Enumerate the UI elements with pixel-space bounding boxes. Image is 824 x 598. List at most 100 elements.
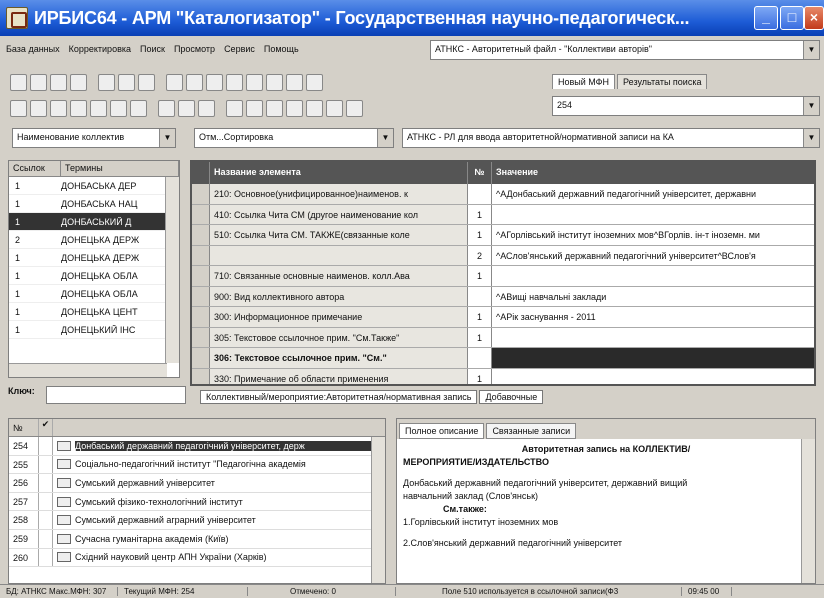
table-row[interactable]: 210: Основное(унифицированное)наименов. … [192,184,814,205]
minimize-button[interactable]: _ [754,6,778,30]
record-row[interactable]: 259 Сучасна гуманітарна академія (Київ) [9,529,385,549]
tab-new-mfn[interactable]: Новый МФН [552,74,616,89]
record-row[interactable]: 256 Сумський державний університет [9,474,385,493]
vertical-scrollbar[interactable] [371,437,385,583]
field-copy-icon[interactable] [70,99,87,117]
field-delete-icon[interactable] [50,99,67,117]
menu-help[interactable]: Помощь [264,44,299,54]
vertical-scrollbar[interactable] [801,439,815,583]
table-row[interactable]: 330: Примечание об области применения 1 [192,368,814,384]
checkbox-header[interactable] [192,162,210,184]
link-icon[interactable] [130,99,147,117]
field-insert-icon[interactable] [30,99,47,117]
new-record-icon[interactable] [10,73,27,91]
maximize-button[interactable]: □ [780,6,804,30]
paste-icon[interactable] [186,73,203,91]
field-move-icon[interactable] [90,99,107,117]
prev-record-icon[interactable] [118,73,135,91]
next-record-icon[interactable] [138,73,155,91]
refresh-icon[interactable] [246,99,263,117]
column-element-name[interactable]: Название элемента [210,162,468,184]
menu-search[interactable]: Поиск [140,44,165,54]
list-item[interactable]: 1 ДОНЕЦЬКА ЦЕНТ [9,303,179,321]
list-item[interactable]: 1 ДОНЕЦЬКА ОБЛА [9,285,179,303]
horizontal-scrollbar[interactable] [9,363,167,377]
tab-additional[interactable]: Добавочные [479,390,544,404]
mfn-input[interactable]: 254 ▼ [552,96,820,116]
table-row-active[interactable]: 306: Текстовое ссылочное прим. "См." [192,348,814,369]
redo-icon[interactable] [70,73,87,91]
check-column-icon[interactable]: ✔ [39,419,53,436]
field-add-icon[interactable] [10,99,27,117]
calc-icon[interactable] [158,99,175,117]
key-input[interactable] [46,386,186,404]
value-editor[interactable] [492,348,814,368]
table-icon[interactable] [178,99,195,117]
image-icon[interactable] [306,99,323,117]
vertical-scrollbar[interactable] [165,177,179,363]
import-icon[interactable] [286,99,303,117]
document-icon [57,459,71,470]
column-terms[interactable]: Термины [61,161,179,176]
chevron-down-icon[interactable]: ▼ [377,129,393,147]
table-row[interactable]: 410: Ссылка Чита СМ (другое наименование… [192,204,814,225]
list-icon[interactable] [198,99,215,117]
book-icon[interactable] [286,73,303,91]
settings-icon[interactable] [306,73,323,91]
undo-icon[interactable] [50,73,67,91]
worksheet-select[interactable]: АТНКС - РЛ для ввода авторитетной/нормат… [402,128,820,148]
menu-view[interactable]: Просмотр [174,44,215,54]
column-value[interactable]: Значение [492,162,814,184]
chevron-down-icon[interactable]: ▼ [803,97,819,115]
first-record-icon[interactable] [98,73,115,91]
list-item-selected[interactable]: 1 ДОНБАСЬКИЙ Д [9,213,179,231]
tab-linked-records[interactable]: Связанные записи [486,423,577,439]
check-icon[interactable] [226,99,243,117]
record-row[interactable]: 255 Соціально-педагогічний інститут "Педа… [9,455,385,475]
table-row[interactable]: 2 ^АСлов'янський державний педагогічний у… [192,245,814,266]
tab-search-results[interactable]: Результаты поиска [617,74,708,89]
chevron-down-icon[interactable]: ▼ [159,129,175,147]
database-select[interactable]: АТНКС - Авторитетный файл - "Коллективи … [430,40,820,60]
copy-icon[interactable] [166,73,183,91]
sort-select[interactable]: Отм...Сортировка ▼ [194,128,394,148]
record-row[interactable]: 260 Східний науковий центр АПН України (Х… [9,548,385,568]
record-row[interactable]: 257 Сумський фізико-технологічний інститу… [9,492,385,512]
list-item[interactable]: 2 ДОНЕЦЬКА ДЕРЖ [9,231,179,249]
menu-service[interactable]: Сервис [224,44,255,54]
list-item[interactable]: 1 ДОНЕЦЬКИЙ ІНС [9,321,179,339]
chevron-down-icon[interactable]: ▼ [803,129,819,147]
column-number[interactable]: № [9,419,39,436]
tab-full-description[interactable]: Полное описание [399,423,485,439]
menu-database[interactable]: База данных [6,44,60,54]
chevron-down-icon[interactable]: ▼ [803,41,819,59]
filter-icon[interactable] [226,73,243,91]
record-row[interactable]: 258 Сумський державний аграрний університ… [9,511,385,530]
list-item[interactable]: 1 ДОНЕЦЬКА ДЕРЖ [9,249,179,267]
globe-icon[interactable] [110,99,127,117]
menu-edit[interactable]: Корректировка [69,44,131,54]
sort-icon[interactable] [246,73,263,91]
record-row-selected[interactable]: 254 Донбаський державний педагогічний уні… [9,437,385,456]
chart-icon[interactable] [326,99,343,117]
document-icon [57,552,71,563]
list-item[interactable]: 1 ДОНБАСЬКА НАЦ [9,195,179,213]
table-row[interactable]: 900: Вид коллективного автора ^АВищі навч… [192,286,814,307]
index-select[interactable]: Наименование коллектив ▼ [12,128,176,148]
tab-authority-record[interactable]: Коллективный/мероприятие:Авторитетная/но… [200,390,478,404]
print-icon[interactable] [266,73,283,91]
table-row[interactable]: 300: Информационное примечание 1 ^АРік зас… [192,307,814,328]
delete-icon[interactable] [206,73,223,91]
close-button[interactable]: × [804,6,824,30]
table-row[interactable]: 305: Текстовое ссылочное прим. "См.Также… [192,327,814,348]
save-icon[interactable] [30,73,47,91]
list-item[interactable]: 1 ДОНБАСЬКА ДЕР [9,177,179,195]
column-number[interactable]: № [468,162,492,184]
list-item[interactable]: 1 ДОНЕЦЬКА ОБЛА [9,267,179,285]
document-icon [57,496,71,507]
table-row[interactable]: 710: Связанные основные наименов. колл.А… [192,266,814,287]
export-icon[interactable] [266,99,283,117]
table-row[interactable]: 510: Ссылка Чита СМ. ТАКЖЕ(связанные кол… [192,225,814,246]
bookmark-icon[interactable] [346,99,363,117]
column-refs[interactable]: Ссылок [9,161,61,176]
